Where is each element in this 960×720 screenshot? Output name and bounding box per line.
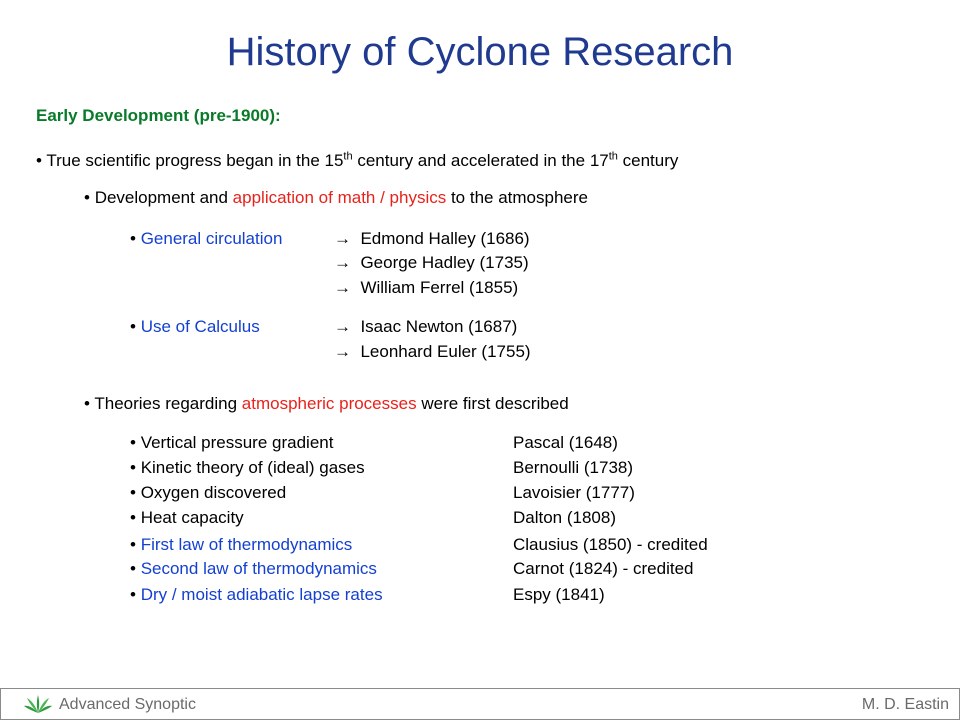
bullet-text-c: century [617, 151, 679, 170]
bullet-marker: • [130, 483, 136, 502]
entry-text: William Ferrel (1855) [360, 278, 519, 297]
superscript-th: th [343, 150, 353, 163]
theory-topic: Kinetic theory of (ideal) gases [140, 458, 365, 477]
footer-course: Advanced Synoptic [59, 696, 196, 713]
bullet-marker: • [84, 188, 90, 207]
general-circulation-label-row: • General circulation [130, 229, 282, 249]
bullet-marker: • [84, 394, 90, 413]
general-circulation-label: General circulation [140, 229, 283, 248]
bullet-text-a: Development and [94, 188, 233, 207]
arrow-icon: → [334, 253, 351, 272]
highlight-atmospheric-processes: atmospheric processes [241, 394, 417, 413]
theory-topic: Dry / moist adiabatic lapse rates [140, 585, 383, 604]
theory-row: • Second law of thermodynamics [130, 559, 377, 579]
theory-row: • First law of thermodynamics [130, 535, 352, 555]
theory-topic: Oxygen discovered [140, 483, 287, 502]
bullet-marker: • [130, 317, 136, 336]
bullet-marker: • [36, 151, 42, 170]
entry-text: George Hadley (1735) [360, 253, 529, 272]
bullet-text-b: to the atmosphere [446, 188, 588, 207]
calculus-label: Use of Calculus [140, 317, 260, 336]
calculus-entry: → Isaac Newton (1687) [334, 317, 517, 337]
calculus-label-row: • Use of Calculus [130, 317, 260, 337]
bullet-marker: • [130, 585, 136, 604]
theory-row: • Heat capacity [130, 508, 244, 528]
bullet-text-a: True scientific progress began in the 15 [46, 151, 344, 170]
bullet-marker: • [130, 229, 136, 248]
bullet-marker: • [130, 559, 136, 578]
theory-person: Carnot (1824) - credited [513, 559, 694, 578]
theory-person: Lavoisier (1777) [513, 483, 635, 502]
arrow-icon: → [334, 278, 351, 297]
general-circulation-entry: → George Hadley (1735) [334, 253, 529, 273]
calculus-entry: → Leonhard Euler (1755) [334, 342, 531, 362]
section-heading: Early Development (pre-1900): [36, 106, 281, 125]
footer-author: M. D. Eastin [861, 696, 949, 713]
general-circulation-entry: → Edmond Halley (1686) [334, 229, 530, 249]
theory-row: • Oxygen discovered [130, 483, 286, 503]
theory-person: Clausius (1850) - credited [513, 535, 708, 554]
theory-topic: Second law of thermodynamics [140, 559, 377, 578]
entry-text: Isaac Newton (1687) [360, 317, 518, 336]
bullet-text-a: Theories regarding [94, 394, 242, 413]
footer-bar: Advanced Synoptic M. D. Eastin [0, 688, 960, 720]
arrow-icon: → [334, 342, 351, 361]
entry-text: Leonhard Euler (1755) [360, 342, 531, 361]
theory-person: Dalton (1808) [513, 508, 617, 527]
bullet-text-b: were first described [416, 394, 569, 413]
bullet-math-physics: • Development and application of math / … [84, 188, 588, 208]
theory-person: Bernoulli (1738) [513, 458, 634, 477]
bullet-marker: • [130, 508, 136, 527]
highlight-math-physics: application of math / physics [232, 188, 447, 207]
arrow-icon: → [334, 317, 351, 336]
theory-topic: Heat capacity [140, 508, 244, 527]
bullet-marker: • [130, 433, 136, 452]
bullet-text-b: century and accelerated in the 17 [352, 151, 609, 170]
theory-topic: First law of thermodynamics [140, 535, 353, 554]
theory-topic: Vertical pressure gradient [140, 433, 334, 452]
bullet-marker: • [130, 535, 136, 554]
entry-text: Edmond Halley (1686) [360, 229, 530, 248]
bullet-marker: • [130, 458, 136, 477]
leaf-logo-icon [24, 695, 52, 713]
superscript-th: th [608, 150, 618, 163]
theory-row: • Kinetic theory of (ideal) gases [130, 458, 365, 478]
theory-person: Espy (1841) [513, 585, 605, 604]
arrow-icon: → [334, 229, 351, 248]
theory-row: • Vertical pressure gradient [130, 433, 333, 453]
theory-person: Pascal (1648) [513, 433, 618, 452]
bullet-progress: • True scientific progress began in the … [36, 151, 678, 171]
general-circulation-entry: → William Ferrel (1855) [334, 278, 518, 298]
slide-title: History of Cyclone Research [226, 30, 734, 74]
bullet-atmospheric-processes: • Theories regarding atmospheric process… [84, 394, 569, 414]
theory-row: • Dry / moist adiabatic lapse rates [130, 585, 383, 605]
